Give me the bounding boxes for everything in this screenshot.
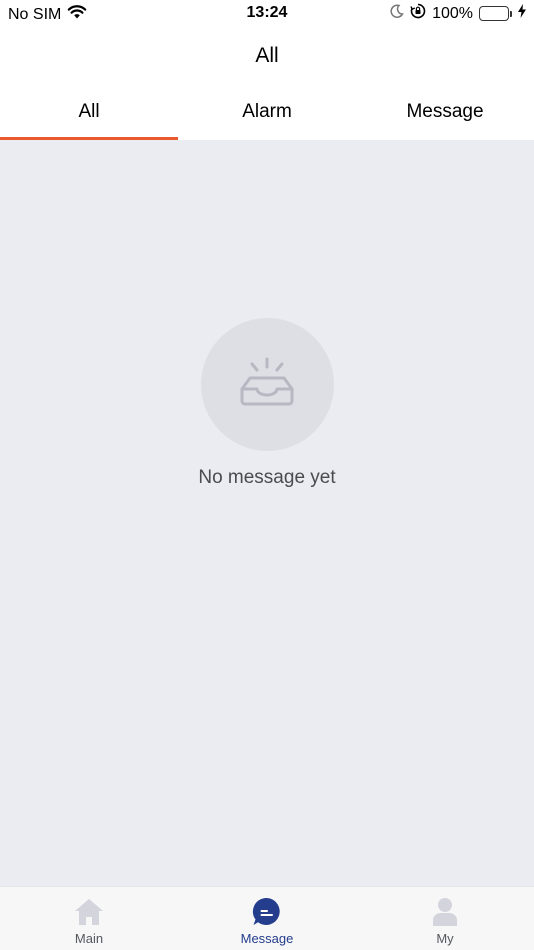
bottom-tab-bar: Main Message My [0, 886, 534, 950]
orientation-lock-icon [410, 3, 426, 24]
user-icon [429, 896, 461, 928]
tab-alarm[interactable]: Alarm [178, 84, 356, 140]
bottom-tab-label: Message [240, 931, 294, 946]
page-title: All [0, 28, 534, 84]
empty-state-illustration [200, 318, 334, 451]
status-bar: No SIM 13:24 100% [0, 0, 534, 28]
charging-icon [518, 4, 526, 23]
carrier-label: No SIM [8, 5, 62, 23]
moon-icon [390, 4, 404, 23]
empty-state: No message yet [0, 318, 534, 489]
battery-percent: 100% [432, 4, 473, 22]
message-icon [251, 896, 283, 928]
tab-message[interactable]: Message [356, 84, 534, 140]
bottom-tab-my[interactable]: My [356, 887, 534, 950]
bottom-tab-label: Main [74, 931, 104, 946]
empty-state-text: No message yet [198, 467, 336, 488]
bottom-tab-label: My [436, 931, 454, 946]
tab-bar: All Alarm Message [0, 84, 534, 140]
home-icon [73, 896, 105, 928]
bottom-tab-main[interactable]: Main [0, 887, 178, 950]
inbox-icon [238, 356, 296, 413]
bottom-tab-message[interactable]: Message [178, 887, 356, 950]
screen: No SIM 13:24 100% All All Alarm Message … [0, 0, 534, 950]
wifi-icon [67, 4, 87, 25]
tab-all[interactable]: All [0, 84, 178, 140]
battery-icon [479, 6, 512, 21]
